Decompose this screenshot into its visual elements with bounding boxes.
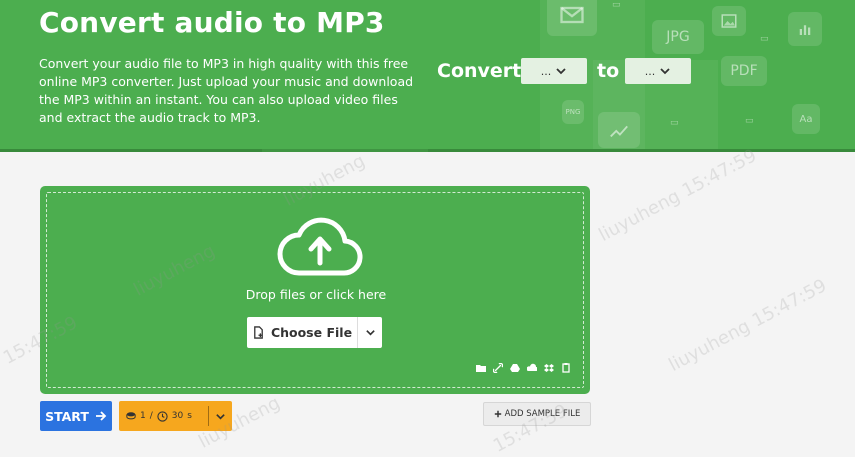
clipboard-icon[interactable] [561, 363, 571, 373]
add-file-icon [254, 326, 263, 339]
chevron-down-icon [216, 413, 225, 420]
text-file-icon: Aa [792, 104, 820, 134]
chevron-down-icon [556, 68, 566, 75]
to-format-select[interactable]: ... [625, 58, 691, 84]
to-format-value: ... [644, 64, 656, 78]
mail-icon [547, 0, 597, 36]
png-file-icon: PNG [562, 100, 584, 124]
watermark: liuyuheng 15:47:59 [665, 275, 831, 376]
trend-chart-icon [598, 112, 640, 148]
choose-file-button-group: Choose File [247, 317, 382, 348]
page-description: Convert your audio file to MP3 in high q… [39, 56, 414, 125]
add-sample-file-button[interactable]: ADD SAMPLE FILE [483, 402, 591, 426]
chevron-down-icon [660, 68, 670, 75]
image-file-icon [712, 6, 746, 36]
doc-mini-icon: ▭ [612, 0, 621, 10]
page-title: Convert audio to MP3 [39, 6, 385, 39]
add-sample-file-label: ADD SAMPLE FILE [504, 409, 581, 419]
dropzone-border: Drop files or click here Choose File [46, 192, 584, 388]
from-format-select[interactable]: ... [521, 58, 587, 84]
from-format-value: ... [540, 64, 552, 78]
folder-icon[interactable] [476, 363, 486, 373]
chevron-down-icon [365, 330, 375, 336]
dropbox-icon[interactable] [544, 363, 554, 373]
upload-dropzone[interactable]: Drop files or click here Choose File [40, 186, 590, 394]
credits-count: 1 [140, 411, 146, 421]
link-icon[interactable] [493, 363, 503, 373]
doc-mini-icon-4: ▭ [745, 116, 754, 126]
pdf-file-icon: PDF [721, 56, 767, 86]
chart-file-icon [788, 12, 822, 46]
arrow-right-icon [95, 411, 107, 421]
convert-label: Convert [437, 60, 522, 82]
clock-icon [157, 410, 168, 422]
plus-icon [494, 410, 501, 418]
to-label: to [597, 60, 620, 82]
hero-bottom-bar [0, 149, 855, 152]
choose-file-button[interactable]: Choose File [247, 317, 358, 348]
time-value: 30 [171, 411, 184, 421]
onedrive-icon[interactable] [527, 363, 537, 373]
hero-banner: JPG PDF Aa PNG ▭ ▭ ▭ ▭ Convert audio to … [0, 0, 855, 152]
upload-source-icons [476, 363, 571, 373]
start-button[interactable]: START [40, 401, 112, 431]
watermark: liuyuheng 15:47:59 [595, 145, 761, 246]
jpg-file-icon: JPG [652, 20, 704, 54]
credits-separator: / [149, 411, 153, 421]
doc-mini-icon-3: ▭ [670, 118, 679, 128]
cloud-upload-icon [277, 217, 363, 276]
credits-dropdown[interactable] [209, 411, 232, 422]
drop-prompt: Drop files or click here [245, 287, 387, 302]
coin-icon [126, 412, 136, 420]
choose-source-dropdown[interactable] [358, 317, 382, 348]
google-drive-icon[interactable] [510, 363, 520, 373]
choose-file-label: Choose File [270, 325, 353, 340]
doc-mini-icon-2: ▭ [760, 34, 769, 44]
credits-info: 1 / 30 s [119, 406, 209, 426]
time-unit: s [187, 411, 192, 421]
start-label: START [45, 408, 89, 424]
conversion-credits-button[interactable]: 1 / 30 s [119, 401, 232, 431]
